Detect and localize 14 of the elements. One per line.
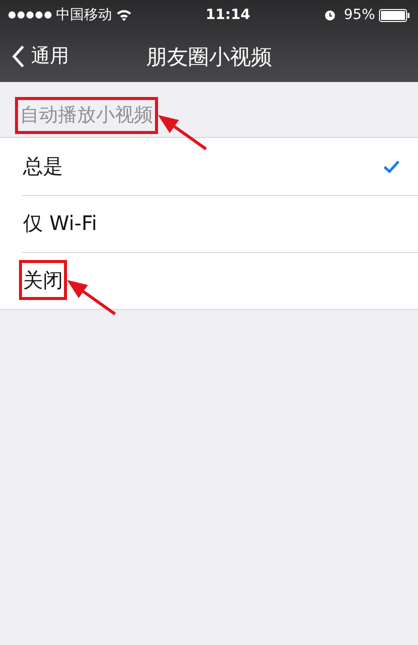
signal-icon bbox=[8, 11, 52, 19]
annotation-arrow bbox=[67, 280, 116, 316]
section-header: 自动播放小视频 bbox=[18, 100, 155, 130]
checkmark-icon bbox=[383, 160, 400, 172]
alarm-icon bbox=[324, 9, 336, 21]
status-time: 11:14 bbox=[204, 6, 252, 24]
battery-percent: 95% bbox=[344, 6, 375, 24]
wifi-icon bbox=[116, 9, 132, 21]
back-button[interactable]: 通用 bbox=[0, 30, 69, 82]
annotation-arrow bbox=[158, 115, 207, 150]
back-chevron-icon bbox=[12, 44, 25, 68]
page-title: 朋友圈小视频 bbox=[146, 45, 272, 69]
carrier-name: 中国移动 bbox=[56, 6, 112, 24]
battery-icon bbox=[379, 8, 410, 22]
